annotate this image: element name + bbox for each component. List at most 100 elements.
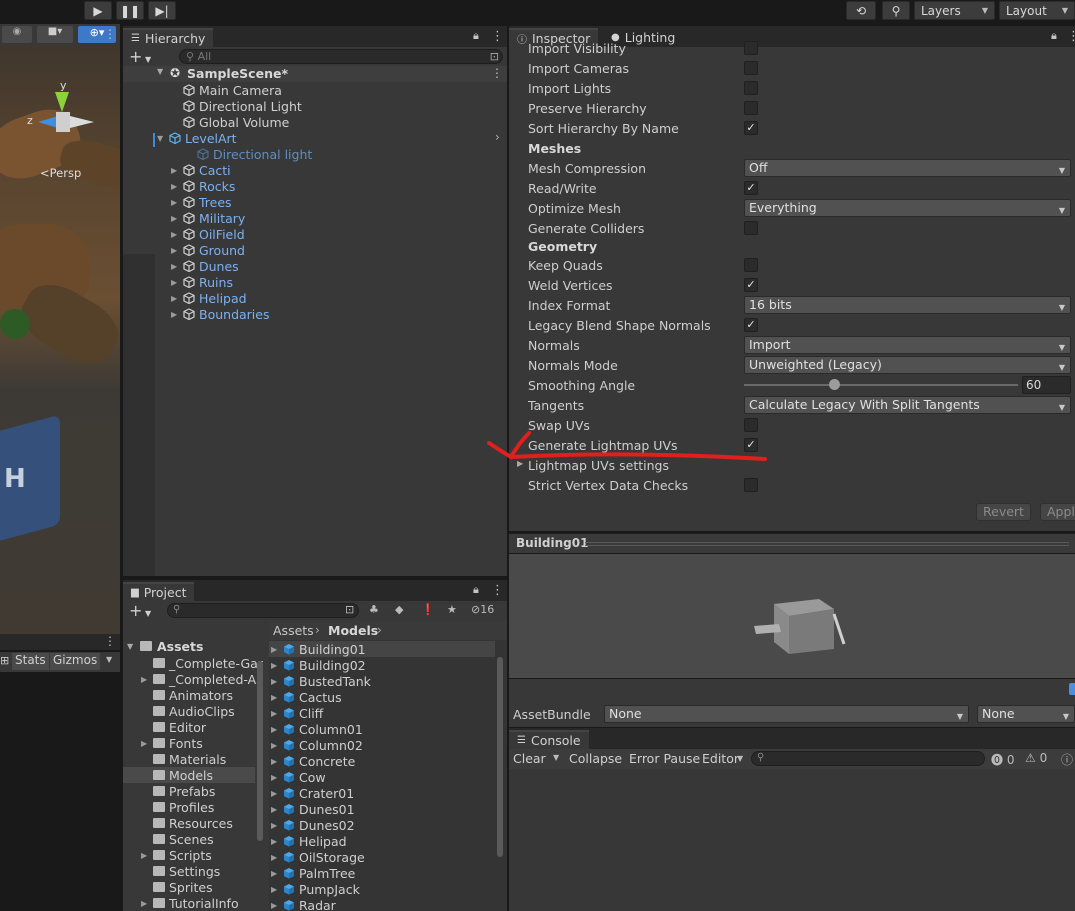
info-filter-toggle[interactable]: ⓘ (1061, 751, 1073, 768)
editor-dropdown[interactable]: Editor (702, 751, 739, 766)
model-preview[interactable] (509, 554, 1075, 678)
folder-item[interactable]: Animators (141, 687, 233, 703)
step-button[interactable]: ▶| (148, 1, 176, 20)
expand-arrow-icon[interactable]: ▶ (271, 709, 283, 718)
gizmo-center[interactable] (56, 112, 70, 132)
filter-by-type-icon[interactable]: ♣ (369, 603, 379, 616)
index-format-dropdown[interactable]: 16 bits (744, 296, 1071, 316)
expand-arrow-icon[interactable]: ▶ (141, 899, 153, 908)
optimize-mesh-dropdown[interactable]: Everything (744, 199, 1071, 219)
tag-icon[interactable]: ◆ (395, 603, 403, 616)
folder-item[interactable]: Sprites (141, 879, 213, 895)
chevron-down-icon[interactable]: ▼ (737, 754, 743, 763)
tab-project[interactable]: ▆ Project (123, 582, 195, 601)
model-file-item[interactable]: ▶ PalmTree (271, 865, 355, 881)
expand-arrow-icon[interactable]: ▶ (271, 805, 283, 814)
hierarchy-item[interactable]: ▶ Ground (171, 242, 245, 258)
clear-button[interactable]: Clear (513, 751, 546, 766)
warning-filter-toggle[interactable]: ⚠ 0 (1025, 751, 1047, 765)
swap-uvs-checkbox[interactable] (744, 418, 758, 432)
expand-arrow-icon[interactable]: ▶ (171, 198, 183, 207)
layout-dropdown[interactable]: Layout ▼ (999, 1, 1075, 20)
game-view[interactable]: ⋮ ⊞ Stats Gizmos ▼ (0, 634, 120, 911)
expand-arrow-icon[interactable]: ▶ (141, 739, 153, 748)
mesh-compression-dropdown[interactable]: Off (744, 159, 1071, 179)
model-file-item[interactable]: ▶ Helipad (271, 833, 347, 849)
tab-hierarchy[interactable]: ☰ Hierarchy (123, 28, 214, 47)
import-setting-checkbox[interactable] (744, 81, 758, 95)
preview-header[interactable]: Building01 (509, 533, 1075, 553)
expand-arrow-icon[interactable]: ▶ (271, 741, 283, 750)
expand-arrow-icon[interactable]: ▶ (171, 278, 183, 287)
folder-item[interactable]: Settings (141, 863, 220, 879)
tree-scrollbar[interactable] (257, 621, 265, 881)
play-button[interactable]: ▶ (84, 1, 112, 20)
stats-button[interactable]: Stats (12, 653, 49, 670)
hierarchy-item[interactable]: ▶ Dunes (171, 258, 239, 274)
chevron-down-icon[interactable]: ▼ (106, 655, 112, 664)
legacy-blend-checkbox[interactable]: ✓ (744, 318, 758, 332)
expand-arrow-icon[interactable]: ▶ (271, 725, 283, 734)
visibility-toggle[interactable]: ◉ (2, 26, 32, 43)
expand-arrow-icon[interactable]: ▼ (127, 642, 133, 651)
hierarchy-search-input[interactable]: ⚲ All ⊡ (179, 49, 503, 64)
chevron-right-icon[interactable]: › (495, 130, 500, 144)
model-file-item[interactable]: ▶ Cow (271, 769, 326, 785)
camera-dropdown[interactable]: ■▾ (37, 26, 73, 43)
gizmos-button[interactable]: Gizmos (50, 653, 101, 670)
expand-arrow-icon[interactable]: ▶ (171, 294, 183, 303)
folder-item[interactable]: ▶ TutorialInfo (141, 895, 239, 911)
hierarchy-item[interactable]: Directional Light (183, 98, 302, 114)
model-file-item[interactable]: ▶ BustedTank (271, 673, 371, 689)
gizmo-x-axis[interactable] (70, 116, 94, 128)
assetbundle-variant-dropdown[interactable]: None (977, 705, 1075, 725)
lock-icon[interactable]: 🔒︎ (473, 583, 479, 597)
read-write-checkbox[interactable]: ✓ (744, 181, 758, 195)
import-setting-checkbox[interactable] (744, 41, 758, 55)
assets-folder[interactable]: Assets (157, 639, 203, 654)
expand-arrow-icon[interactable]: ▶ (171, 166, 183, 175)
expand-arrow-icon[interactable]: ▶ (271, 645, 283, 654)
project-kebab-menu[interactable]: ⋮ (491, 583, 504, 598)
hierarchy-item[interactable]: ▶ Rocks (171, 178, 235, 194)
model-file-item[interactable]: ▶ Building02 (271, 657, 366, 673)
folder-item[interactable]: Editor (141, 719, 206, 735)
normals-dropdown[interactable]: Import (744, 336, 1071, 356)
console-log-area[interactable] (509, 769, 1075, 911)
normals-mode-dropdown[interactable]: Unweighted (Legacy) (744, 356, 1071, 376)
alert-icon[interactable]: ❗ (421, 603, 435, 616)
folder-item[interactable]: _Complete-Gar (141, 655, 263, 671)
hierarchy-item[interactable]: Global Volume (183, 114, 289, 130)
search-button[interactable]: ⚲ (882, 1, 910, 20)
apply-button[interactable]: Apply (1040, 503, 1075, 521)
strict-vertex-checkbox[interactable] (744, 478, 758, 492)
hierarchy-item[interactable]: ▶ Ruins (171, 274, 233, 290)
hierarchy-kebab-menu[interactable]: ⋮ (491, 29, 504, 44)
folder-item[interactable]: Materials (141, 751, 226, 767)
hierarchy-item[interactable]: ▶ OilField (171, 226, 245, 242)
layers-dropdown[interactable]: Layers ▼ (914, 1, 995, 20)
folder-item[interactable]: Resources (141, 815, 233, 831)
game-kebab-menu[interactable]: ⋮ (104, 634, 116, 648)
smoothing-angle-input[interactable]: 60 (1022, 376, 1071, 394)
folder-item[interactable]: Models (141, 767, 213, 783)
scene-row[interactable]: ▼ ✪ SampleScene* ⋮ (123, 66, 507, 82)
add-button[interactable]: + ▼ (129, 601, 151, 620)
expand-arrow-icon[interactable]: ▶ (271, 693, 283, 702)
smoothing-angle-slider-track[interactable] (744, 384, 1018, 386)
breadcrumb-assets[interactable]: Assets (273, 623, 314, 638)
model-file-item[interactable]: ▶ PumpJack (271, 881, 360, 897)
hierarchy-item[interactable]: Directional light (197, 146, 312, 162)
scene-kebab-menu[interactable]: ⋮ (104, 27, 116, 41)
search-filter-icon[interactable]: ⊡ (490, 50, 499, 63)
expand-arrow-icon[interactable]: ▶ (271, 885, 283, 894)
hierarchy-item[interactable]: ▶ Helipad (171, 290, 247, 306)
file-scrollbar[interactable] (497, 643, 505, 911)
hierarchy-item[interactable]: ▼ LevelArt (157, 130, 237, 146)
expand-arrow-icon[interactable]: ▶ (271, 901, 283, 910)
add-button[interactable]: + ▼ (129, 47, 151, 66)
model-file-item[interactable]: ▶ Concrete (271, 753, 355, 769)
hidden-packages-toggle[interactable]: ⊘16 (471, 603, 494, 616)
folder-item[interactable]: AudioClips (141, 703, 235, 719)
search-filter-icon[interactable]: ⊡ (345, 603, 354, 616)
